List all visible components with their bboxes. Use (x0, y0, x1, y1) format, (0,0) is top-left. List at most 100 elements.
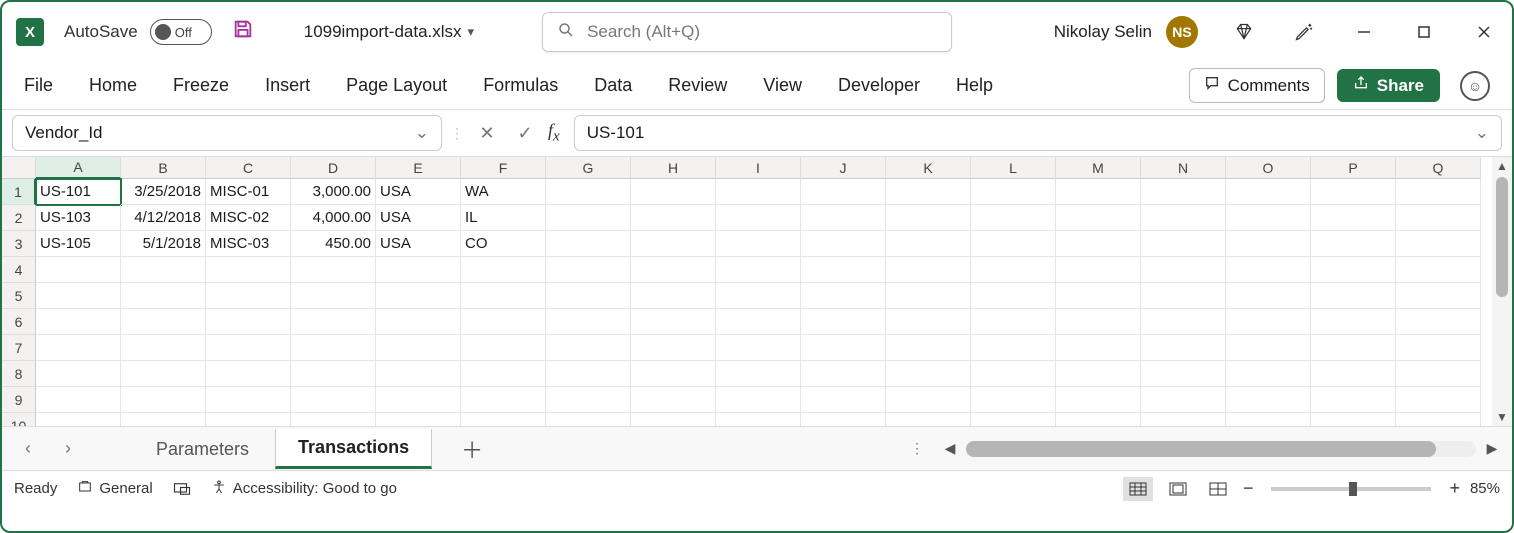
feedback-smiley-icon[interactable]: ☺ (1460, 71, 1490, 101)
accept-formula-icon[interactable]: ✓ (510, 117, 540, 149)
cell-Q1[interactable] (1396, 179, 1481, 205)
cell-D1[interactable]: 3,000.00 (291, 179, 376, 205)
sheet-options-icon[interactable]: ⋮ (910, 440, 924, 457)
cell-F6[interactable] (461, 309, 546, 335)
tab-help[interactable]: Help (956, 75, 993, 96)
scroll-up-icon[interactable]: ▲ (1496, 157, 1508, 175)
hscroll-right-icon[interactable]: ▶ (1480, 440, 1504, 457)
cell-M6[interactable] (1056, 309, 1141, 335)
cell-E9[interactable] (376, 387, 461, 413)
cell-O6[interactable] (1226, 309, 1311, 335)
col-header-O[interactable]: O (1226, 157, 1311, 179)
cell-L3[interactable] (971, 231, 1056, 257)
cell-J3[interactable] (801, 231, 886, 257)
zoom-in-icon[interactable]: + (1449, 478, 1460, 499)
cell-M4[interactable] (1056, 257, 1141, 283)
cell-J2[interactable] (801, 205, 886, 231)
cell-E5[interactable] (376, 283, 461, 309)
col-header-C[interactable]: C (206, 157, 291, 179)
cell-D3[interactable]: 450.00 (291, 231, 376, 257)
cell-N2[interactable] (1141, 205, 1226, 231)
tab-freeze[interactable]: Freeze (173, 75, 229, 96)
cell-Q6[interactable] (1396, 309, 1481, 335)
cell-Q3[interactable] (1396, 231, 1481, 257)
row-header-9[interactable]: 9 (2, 387, 36, 413)
col-header-K[interactable]: K (886, 157, 971, 179)
cell-B2[interactable]: 4/12/2018 (121, 205, 206, 231)
cell-E3[interactable]: USA (376, 231, 461, 257)
accessibility-indicator[interactable]: Accessibility: Good to go (211, 479, 397, 499)
vertical-scrollbar[interactable]: ▲ ▼ (1492, 157, 1512, 426)
cell-K10[interactable] (886, 413, 971, 426)
cell-L4[interactable] (971, 257, 1056, 283)
cell-J5[interactable] (801, 283, 886, 309)
row-header-6[interactable]: 6 (2, 309, 36, 335)
row-header-7[interactable]: 7 (2, 335, 36, 361)
spreadsheet-grid[interactable]: ABCDEFGHIJKLMNOPQ1US-1013/25/2018MISC-01… (2, 156, 1512, 426)
cell-F10[interactable] (461, 413, 546, 426)
col-header-P[interactable]: P (1311, 157, 1396, 179)
cell-N4[interactable] (1141, 257, 1226, 283)
cell-Q10[interactable] (1396, 413, 1481, 426)
cell-O5[interactable] (1226, 283, 1311, 309)
tab-developer[interactable]: Developer (838, 75, 920, 96)
sheet-tab-parameters[interactable]: Parameters (134, 430, 271, 468)
tab-pagelayout[interactable]: Page Layout (346, 75, 447, 96)
cell-C9[interactable] (206, 387, 291, 413)
search-box[interactable]: Search (Alt+Q) (542, 12, 952, 52)
cell-O8[interactable] (1226, 361, 1311, 387)
cell-E8[interactable] (376, 361, 461, 387)
share-button[interactable]: Share (1337, 69, 1440, 102)
col-header-I[interactable]: I (716, 157, 801, 179)
row-header-10[interactable]: 10 (2, 413, 36, 426)
col-header-Q[interactable]: Q (1396, 157, 1481, 179)
cell-B7[interactable] (121, 335, 206, 361)
cell-G3[interactable] (546, 231, 631, 257)
cell-I2[interactable] (716, 205, 801, 231)
cell-D5[interactable] (291, 283, 376, 309)
cell-N3[interactable] (1141, 231, 1226, 257)
cell-F2[interactable]: IL (461, 205, 546, 231)
sheet-tab-transactions[interactable]: Transactions (275, 429, 432, 469)
cell-J10[interactable] (801, 413, 886, 426)
cell-L8[interactable] (971, 361, 1056, 387)
cell-I10[interactable] (716, 413, 801, 426)
cell-M10[interactable] (1056, 413, 1141, 426)
cell-I5[interactable] (716, 283, 801, 309)
cell-A6[interactable] (36, 309, 121, 335)
col-header-J[interactable]: J (801, 157, 886, 179)
display-settings-icon[interactable] (173, 481, 191, 497)
cell-P3[interactable] (1311, 231, 1396, 257)
cell-B1[interactable]: 3/25/2018 (121, 179, 206, 205)
cell-O1[interactable] (1226, 179, 1311, 205)
cell-K9[interactable] (886, 387, 971, 413)
cell-G5[interactable] (546, 283, 631, 309)
cell-N10[interactable] (1141, 413, 1226, 426)
cell-O7[interactable] (1226, 335, 1311, 361)
cell-B5[interactable] (121, 283, 206, 309)
cell-M8[interactable] (1056, 361, 1141, 387)
cell-F9[interactable] (461, 387, 546, 413)
col-header-M[interactable]: M (1056, 157, 1141, 179)
cell-A1[interactable]: US-101 (36, 179, 121, 205)
cell-F8[interactable] (461, 361, 546, 387)
cell-P2[interactable] (1311, 205, 1396, 231)
cell-M5[interactable] (1056, 283, 1141, 309)
name-box[interactable]: Vendor_Id ⌄ (12, 115, 442, 151)
cell-N7[interactable] (1141, 335, 1226, 361)
add-sheet-icon[interactable]: ＋ (454, 431, 490, 467)
cell-D2[interactable]: 4,000.00 (291, 205, 376, 231)
tab-data[interactable]: Data (594, 75, 632, 96)
cell-C10[interactable] (206, 413, 291, 426)
cell-O9[interactable] (1226, 387, 1311, 413)
formula-input[interactable]: US-101 ⌄ (574, 115, 1502, 151)
tab-view[interactable]: View (763, 75, 802, 96)
cell-K6[interactable] (886, 309, 971, 335)
cell-K2[interactable] (886, 205, 971, 231)
tab-file[interactable]: File (24, 75, 53, 96)
zoom-out-icon[interactable]: − (1243, 478, 1254, 499)
cell-O3[interactable] (1226, 231, 1311, 257)
cell-G9[interactable] (546, 387, 631, 413)
row-header-4[interactable]: 4 (2, 257, 36, 283)
cell-B8[interactable] (121, 361, 206, 387)
